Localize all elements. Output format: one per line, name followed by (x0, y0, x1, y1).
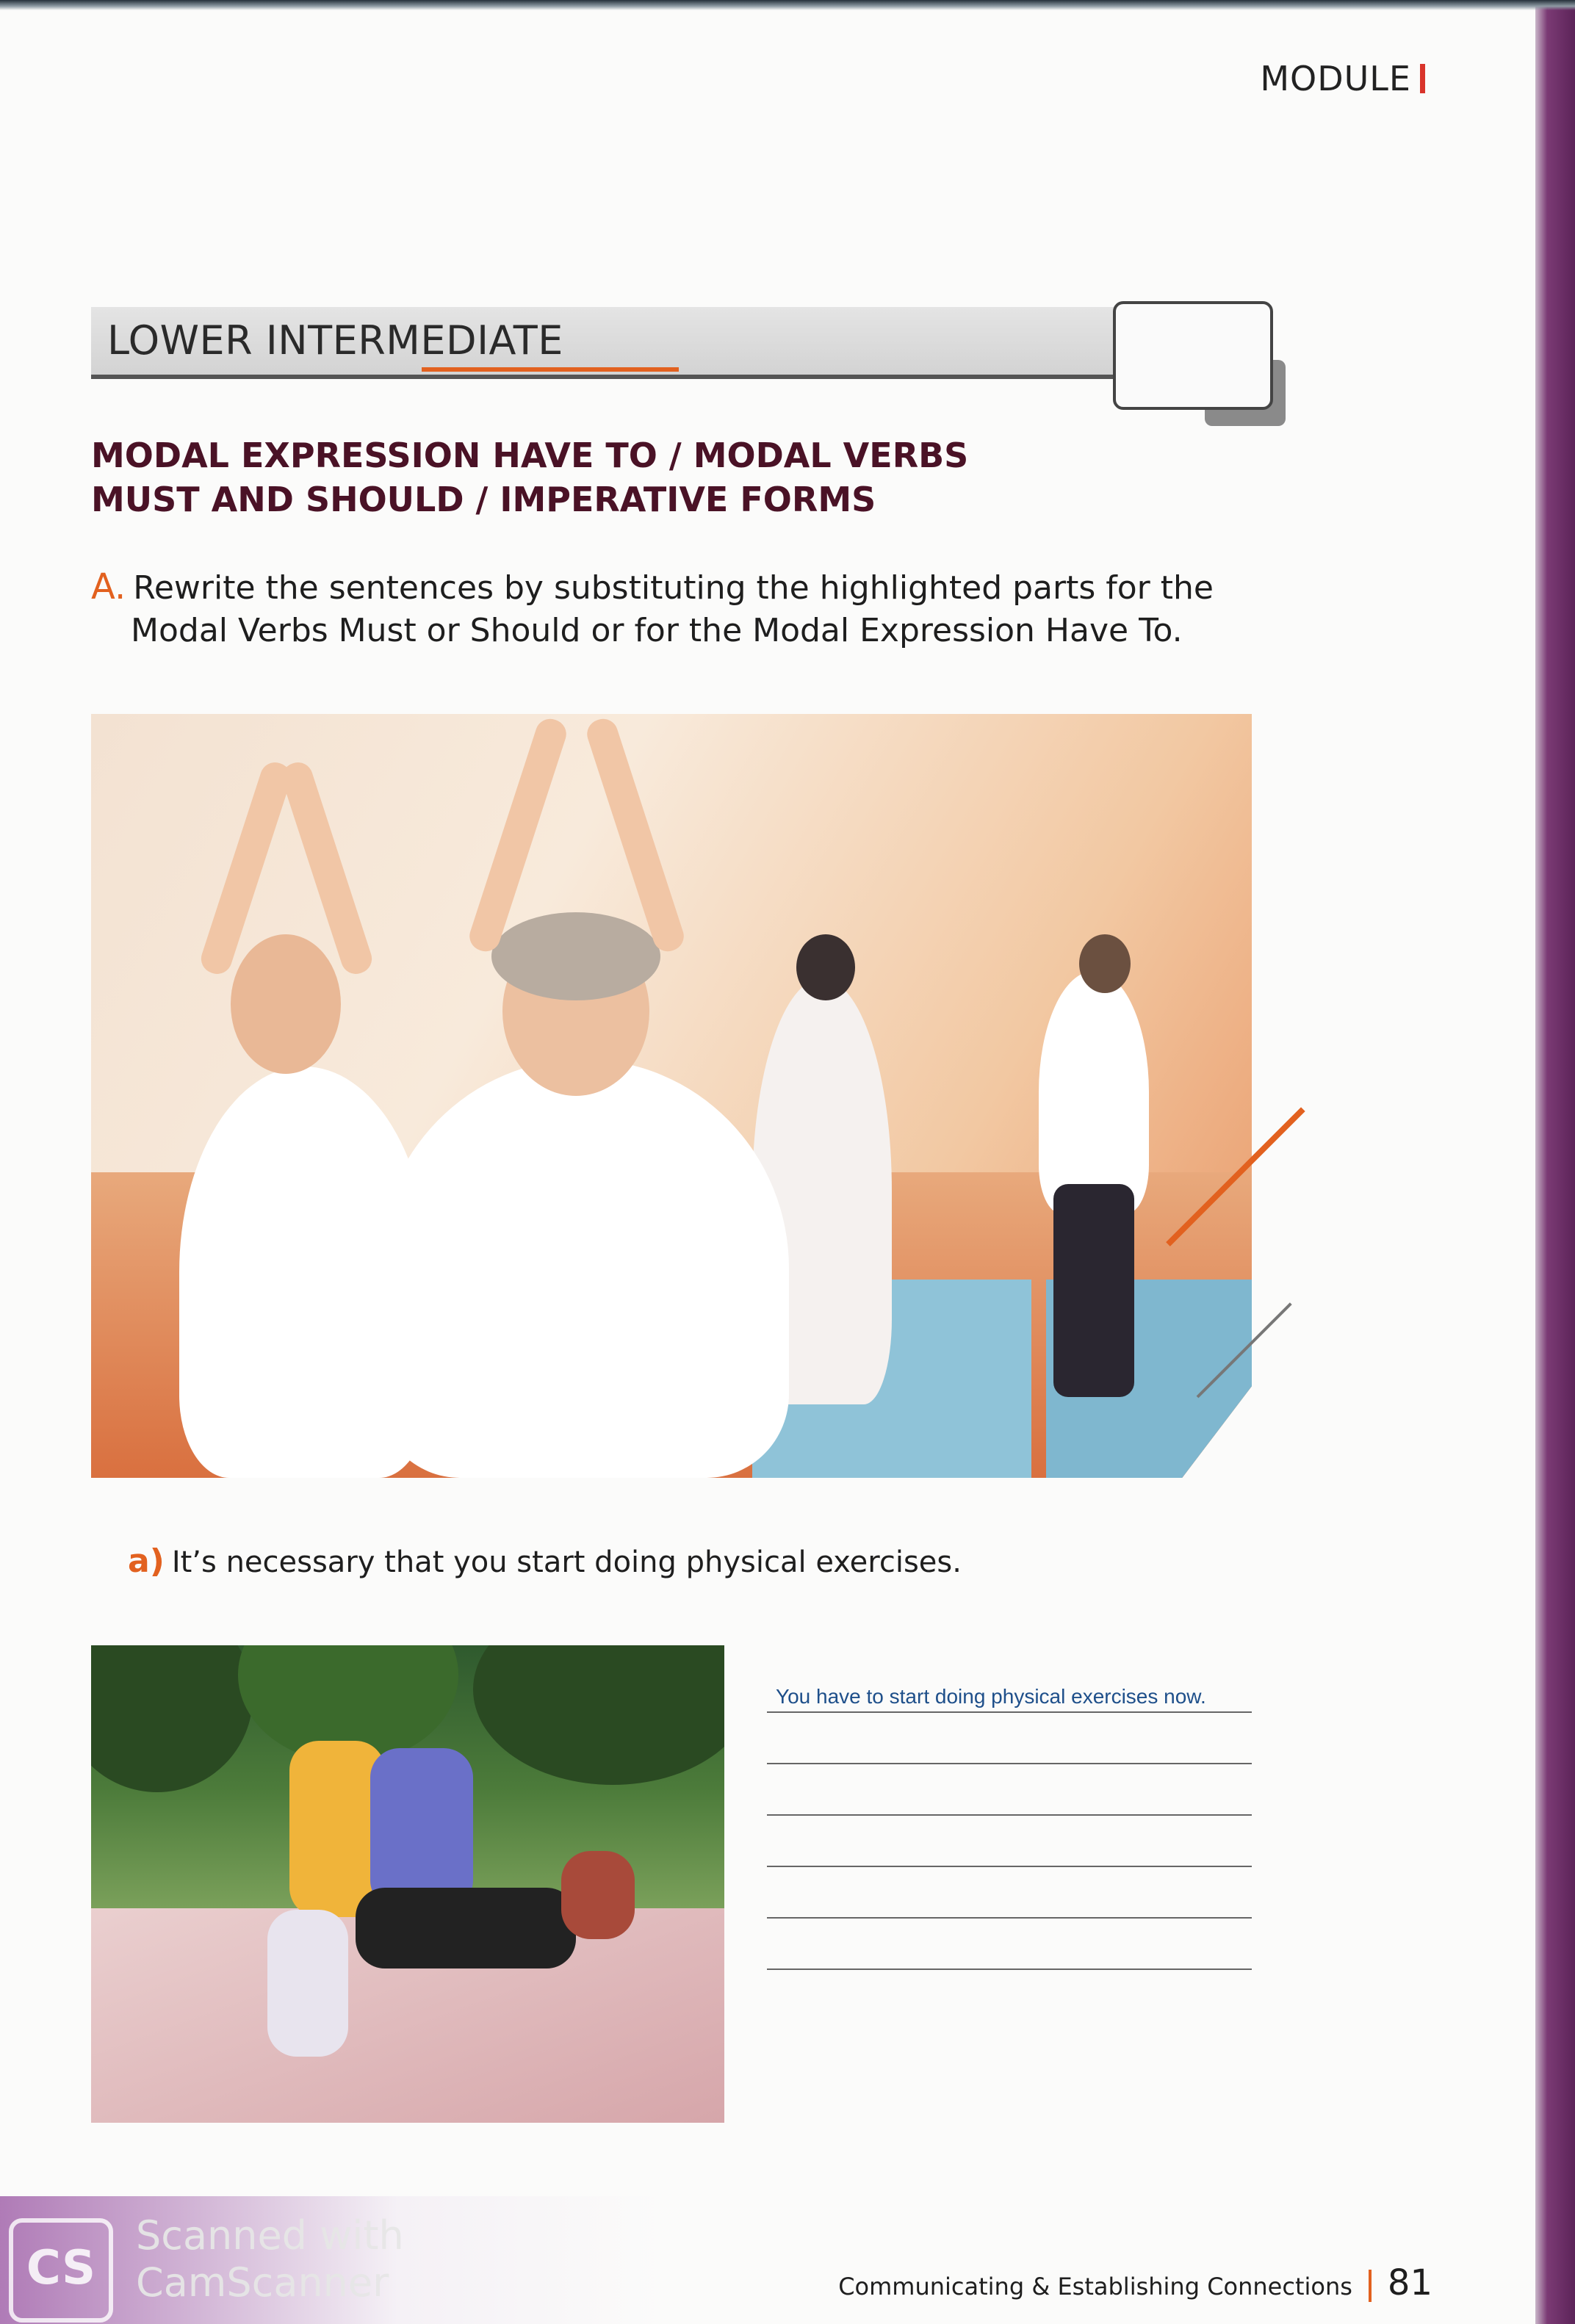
park-exercise-photo (91, 1645, 724, 2123)
exercise-item-letter: a) (128, 1542, 165, 1580)
scan-top-edge (0, 0, 1575, 10)
module-accent-bar (1420, 64, 1425, 93)
photo-head (1079, 934, 1131, 993)
answer-line[interactable] (767, 1763, 1252, 1764)
photo-hair (491, 912, 660, 1000)
answer-line[interactable] (767, 1866, 1252, 1867)
photo-tree (91, 1645, 253, 1792)
page-footer: Communicating & Establishing Connections… (838, 2262, 1432, 2303)
photo-person-blue (370, 1748, 473, 1910)
yoga-class-photo (91, 714, 1252, 1478)
section-title-line2: MUST AND SHOULD / IMPERATIVE FORMS (91, 480, 876, 519)
watermark-line2: CamScanner (136, 2259, 389, 2306)
photo-person-shorts (356, 1888, 576, 1968)
instruction-line1: Rewrite the sentences by substituting th… (133, 569, 1214, 607)
photo-figure (378, 1059, 789, 1478)
photo-person-shoe (561, 1851, 635, 1939)
speech-bubble-icon (1113, 301, 1273, 410)
footer-chapter: Communicating & Establishing Connections (838, 2273, 1352, 2300)
photo-head (231, 934, 341, 1074)
answer-lines: You have to start doing physical exercis… (767, 1682, 1252, 2020)
textbook-page: MODULE LOWER INTERMEDIATE MODAL EXPRESSI… (0, 0, 1535, 2324)
watermark-line1: Scanned with (136, 2212, 404, 2259)
page-number: 81 (1387, 2262, 1432, 2303)
photo-head (796, 934, 855, 1000)
level-label: LOWER INTERMEDIATE (107, 317, 563, 364)
instruction-line2: Modal Verbs Must or Should or for the Mo… (131, 612, 1183, 649)
answer-line[interactable] (767, 1917, 1252, 1919)
exercise-sentence: It’s necessary that you start doing phys… (171, 1545, 962, 1579)
exercise-item-a: a) It’s necessary that you start doing ph… (128, 1542, 962, 1580)
photo-tree (473, 1645, 724, 1785)
instruction: A. Rewrite the sentences by substituting … (91, 566, 1281, 652)
section-title: MODAL EXPRESSION HAVE TO / MODAL VERBS M… (91, 433, 968, 522)
photo-person-legs (267, 1910, 348, 2057)
photo-figure (1039, 971, 1149, 1213)
answer-line[interactable] (767, 1711, 1252, 1713)
module-label: MODULE (1260, 59, 1411, 98)
module-header: MODULE (1260, 59, 1425, 98)
level-banner: LOWER INTERMEDIATE (91, 307, 1252, 379)
scanner-watermark-text: Scanned with CamScanner (136, 2212, 404, 2306)
footer-separator (1368, 2270, 1372, 2302)
answer-text[interactable]: You have to start doing physical exercis… (767, 1682, 1252, 1711)
answer-line[interactable] (767, 1968, 1252, 1970)
book-edge (1535, 0, 1575, 2324)
instruction-letter: A. (91, 566, 126, 607)
banner-accent-underline (422, 367, 679, 372)
answer-line[interactable] (767, 1814, 1252, 1816)
section-title-line1: MODAL EXPRESSION HAVE TO / MODAL VERBS (91, 436, 969, 475)
photo-figure-legs (1053, 1184, 1134, 1397)
camscanner-logo-icon: CS (9, 2218, 113, 2323)
